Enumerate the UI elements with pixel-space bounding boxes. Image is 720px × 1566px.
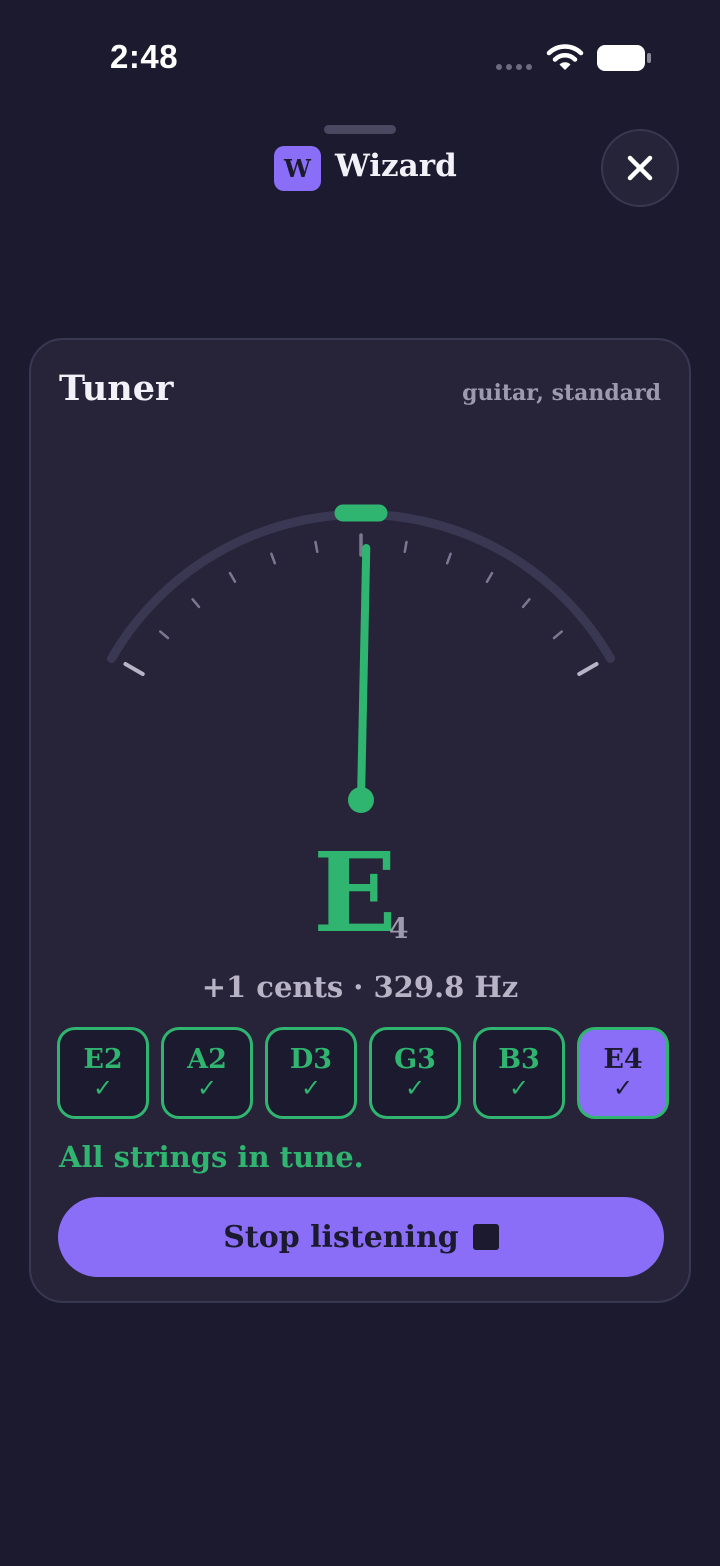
string-selector: E2 ✓ A2 ✓ D3 ✓ G3 ✓ B3 ✓ E4 ✓ — [57, 1027, 669, 1119]
string-label: D3 — [289, 1043, 333, 1075]
wifi-icon — [546, 44, 584, 70]
string-label: E2 — [83, 1043, 123, 1075]
stop-listening-button[interactable]: Stop listening — [58, 1197, 664, 1277]
string-label: B3 — [498, 1043, 540, 1075]
string-chip-d3[interactable]: D3 ✓ — [265, 1027, 357, 1119]
string-label: A2 — [187, 1043, 227, 1075]
check-icon: ✓ — [92, 1073, 114, 1102]
app-badge: W — [274, 146, 321, 191]
string-chip-g3[interactable]: G3 ✓ — [369, 1027, 461, 1119]
close-icon — [627, 155, 653, 181]
gauge-tick — [445, 552, 452, 565]
check-icon: ✓ — [196, 1073, 218, 1102]
gauge-tick — [403, 540, 408, 554]
needle-pivot — [348, 787, 374, 813]
string-chip-a2[interactable]: A2 ✓ — [161, 1027, 253, 1119]
tuner-card: Tuner guitar, standard E 4 +1 cents · 32… — [29, 338, 691, 1303]
string-chip-b3[interactable]: B3 ✓ — [473, 1027, 565, 1119]
gauge-tick — [521, 598, 531, 609]
gauge-tick — [123, 662, 145, 676]
gauge-tick — [191, 598, 201, 609]
detected-octave: 4 — [389, 912, 409, 945]
string-chip-e4[interactable]: E4 ✓ — [577, 1027, 669, 1119]
check-icon: ✓ — [300, 1073, 322, 1102]
tuning-status-message: All strings in tune. — [59, 1140, 364, 1174]
gauge-tick — [552, 630, 563, 640]
stop-icon — [472, 1224, 499, 1250]
gauge-tick — [314, 540, 319, 554]
string-chip-e2[interactable]: E2 ✓ — [57, 1027, 149, 1119]
check-icon: ✓ — [612, 1073, 634, 1102]
gauge-tick — [159, 630, 170, 640]
string-label: G3 — [394, 1043, 436, 1075]
gauge-tick — [577, 662, 599, 676]
tuner-needle — [357, 544, 371, 804]
sheet-grabber[interactable] — [324, 125, 396, 134]
detected-note: E — [313, 828, 397, 957]
status-time: 2:48 — [110, 38, 179, 75]
pitch-reading: +1 cents · 329.8 Hz — [201, 970, 519, 1004]
gauge-tick — [485, 571, 494, 584]
gauge-tick — [270, 552, 277, 565]
gauge-tick — [228, 571, 237, 584]
string-label: E4 — [603, 1043, 643, 1075]
app-title: Wizard — [335, 148, 457, 184]
check-icon: ✓ — [508, 1073, 530, 1102]
close-button[interactable] — [601, 129, 679, 207]
signal-dots-icon — [496, 64, 532, 70]
check-icon: ✓ — [404, 1073, 426, 1102]
tuner-gauge — [107, 504, 615, 813]
stop-listening-label: Stop listening — [223, 1219, 459, 1255]
battery-icon — [597, 45, 651, 71]
